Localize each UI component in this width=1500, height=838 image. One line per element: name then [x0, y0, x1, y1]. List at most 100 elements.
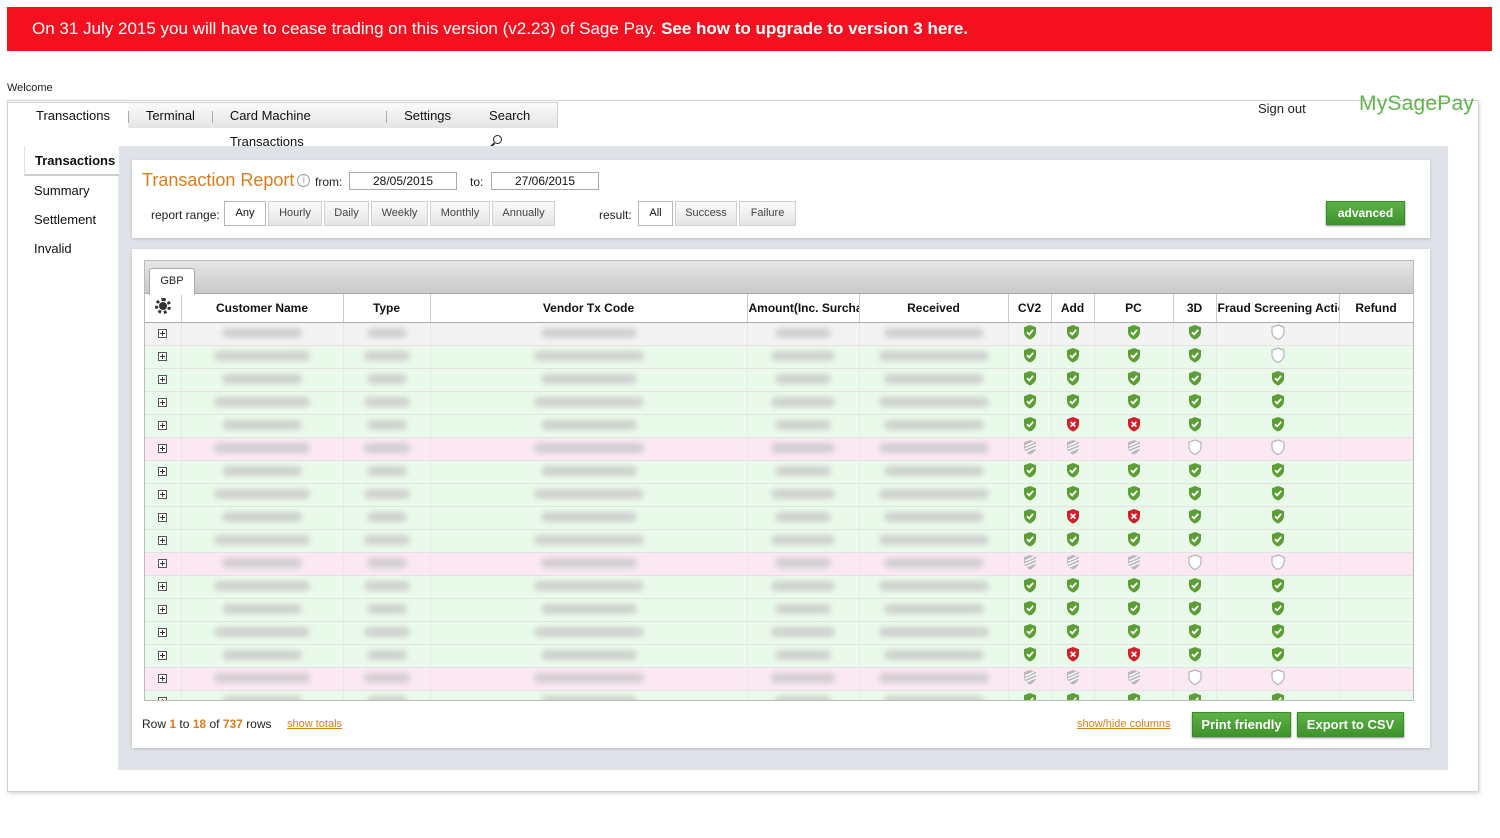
result-success-button[interactable]: Success [675, 201, 737, 226]
table-row[interactable] [145, 690, 1413, 700]
expand-cell[interactable] [145, 667, 182, 691]
expand-icon[interactable] [158, 374, 168, 384]
info-icon[interactable]: i [297, 174, 311, 187]
expand-icon[interactable] [158, 650, 168, 660]
table-row[interactable] [145, 345, 1413, 369]
sign-out-link[interactable]: Sign out [1258, 101, 1306, 116]
column-header[interactable]: Type [343, 294, 431, 323]
column-header[interactable]: 3D [1173, 294, 1217, 323]
expand-cell[interactable] [145, 598, 182, 622]
table-row[interactable] [145, 506, 1413, 530]
table-row[interactable] [145, 460, 1413, 484]
expand-cell[interactable] [145, 483, 182, 507]
sidebar-item-settlement[interactable]: Settlement [24, 205, 119, 234]
expand-icon[interactable] [158, 673, 168, 683]
column-header[interactable]: Refund [1339, 294, 1413, 323]
expand-cell[interactable] [145, 368, 182, 392]
expand-icon[interactable] [158, 489, 168, 499]
advanced-button[interactable]: advanced [1326, 201, 1405, 225]
transactions-grid: GBP Customer Name Type Vendor Tx Code Am… [144, 260, 1414, 701]
table-row[interactable] [145, 437, 1413, 461]
range-monthly-button[interactable]: Monthly [430, 201, 490, 226]
sidebar-item-summary[interactable]: Summary [24, 176, 119, 205]
sidebar-item-transactions[interactable]: Transactions [24, 146, 119, 176]
sidebar-item-invalid[interactable]: Invalid [24, 234, 119, 263]
tab-gbp[interactable]: GBP [149, 268, 195, 295]
result-failure-button[interactable]: Failure [739, 201, 796, 226]
print-friendly-button[interactable]: Print friendly [1192, 712, 1291, 737]
redacted-cell [343, 460, 431, 484]
shield-check-icon [1023, 531, 1036, 546]
redacted-cell [747, 529, 860, 553]
expand-icon[interactable] [158, 466, 168, 476]
table-row[interactable] [145, 391, 1413, 415]
to-date-field[interactable]: 27/06/2015 [491, 172, 599, 190]
expand-icon[interactable] [158, 512, 168, 522]
shield-check-icon [1271, 623, 1284, 638]
expand-icon[interactable] [158, 328, 168, 338]
column-header[interactable]: Amount(Inc. Surcha [747, 294, 860, 323]
table-row[interactable] [145, 368, 1413, 392]
expand-icon[interactable] [158, 535, 168, 545]
tab-terminal[interactable]: Terminal [129, 103, 212, 129]
tab-search[interactable]: Search [479, 103, 557, 144]
expand-icon[interactable] [158, 351, 168, 361]
expand-cell[interactable] [145, 345, 182, 369]
shield-outline-icon [1270, 668, 1285, 685]
expand-icon[interactable] [158, 558, 168, 568]
table-row[interactable] [145, 598, 1413, 622]
show-hide-columns-link[interactable]: show/hide columns [1077, 718, 1171, 730]
table-row[interactable] [145, 483, 1413, 507]
column-header[interactable]: CV2 [1008, 294, 1052, 323]
table-row[interactable] [145, 529, 1413, 553]
table-row[interactable] [145, 575, 1413, 599]
tab-card-machine-transactions[interactable]: Card Machine Transactions [213, 103, 386, 149]
from-date-field[interactable]: 28/05/2015 [349, 172, 457, 190]
tab-settings[interactable]: Settings [387, 103, 479, 129]
show-totals-link[interactable]: show totals [287, 718, 342, 730]
expand-cell[interactable] [145, 575, 182, 599]
expand-cell[interactable] [145, 644, 182, 668]
column-header[interactable]: Vendor Tx Code [430, 294, 748, 323]
expand-icon[interactable] [158, 696, 168, 700]
column-header[interactable]: Received [859, 294, 1009, 323]
column-header[interactable]: Customer Name [181, 294, 344, 323]
expand-cell[interactable] [145, 529, 182, 553]
expand-cell[interactable] [145, 414, 182, 438]
expand-cell[interactable] [145, 506, 182, 530]
expand-icon[interactable] [158, 627, 168, 637]
range-hourly-button[interactable]: Hourly [268, 201, 322, 226]
table-row[interactable] [145, 414, 1413, 438]
expand-icon[interactable] [158, 420, 168, 430]
range-any-button[interactable]: Any [224, 201, 266, 226]
expand-cell[interactable] [145, 460, 182, 484]
column-header[interactable]: Add [1051, 294, 1095, 323]
refund-cell [1339, 644, 1413, 668]
column-settings[interactable] [145, 294, 182, 323]
expand-cell[interactable] [145, 690, 182, 700]
expand-icon[interactable] [158, 581, 168, 591]
table-row[interactable] [145, 621, 1413, 645]
expand-cell[interactable] [145, 552, 182, 576]
column-header[interactable]: Fraud Screening Actio [1216, 294, 1340, 323]
expand-icon[interactable] [158, 397, 168, 407]
expand-cell[interactable] [145, 437, 182, 461]
range-weekly-button[interactable]: Weekly [371, 201, 428, 226]
column-header[interactable]: PC [1094, 294, 1174, 323]
table-row[interactable] [145, 552, 1413, 576]
expand-icon[interactable] [158, 443, 168, 453]
table-row[interactable] [145, 644, 1413, 668]
upgrade-link[interactable]: See how to upgrade to version 3 here. [661, 19, 968, 38]
expand-cell[interactable] [145, 391, 182, 415]
range-annually-button[interactable]: Annually [492, 201, 555, 226]
export-csv-button[interactable]: Export to CSV [1297, 712, 1404, 737]
result-all-button[interactable]: All [638, 201, 673, 226]
expand-cell[interactable] [145, 322, 182, 346]
expand-icon[interactable] [158, 604, 168, 614]
tab-transactions[interactable]: Transactions [8, 103, 128, 130]
expand-cell[interactable] [145, 621, 182, 645]
range-daily-button[interactable]: Daily [324, 201, 369, 226]
table-row[interactable] [145, 667, 1413, 691]
table-row[interactable] [145, 322, 1413, 346]
fraud-cell [1216, 644, 1340, 668]
